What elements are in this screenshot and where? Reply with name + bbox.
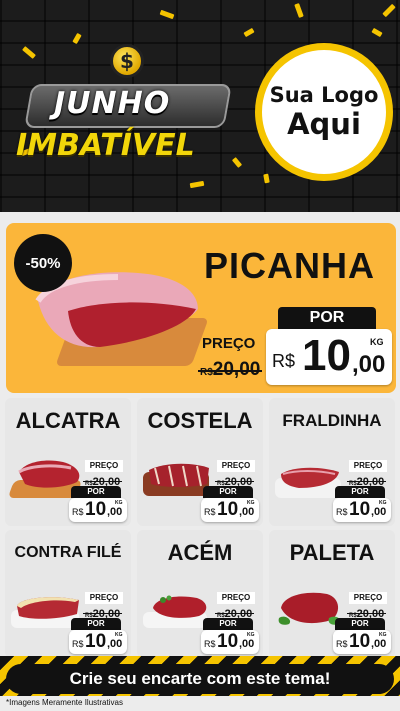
price-unit: KG xyxy=(370,337,384,347)
price-currency: R$ xyxy=(204,507,216,517)
price-label: PREÇO xyxy=(85,592,123,604)
title-line-1: JUNHO xyxy=(54,86,171,121)
dollar-coin-icon: $ xyxy=(110,44,144,78)
strikethrough xyxy=(198,370,263,372)
price-label: PREÇO xyxy=(202,335,256,352)
price-label: PREÇO xyxy=(85,460,123,472)
price-decimal: ,00 xyxy=(239,638,255,650)
old-price: R$20,00 xyxy=(198,359,263,381)
por-label: POR xyxy=(71,486,121,498)
sale-price-box: R$ 10 ,00 KG xyxy=(69,498,127,522)
por-label: POR xyxy=(203,486,253,498)
price-unit: KG xyxy=(247,500,255,506)
product-name: PALETA xyxy=(289,540,375,565)
price-decimal: ,00 xyxy=(371,506,387,518)
product-name: COSTELA xyxy=(147,408,253,433)
strikethrough xyxy=(347,613,387,614)
confetti xyxy=(382,3,396,18)
product-card-acem: ACÉM PREÇO R$20,00 POR R$ 10 ,00 KG xyxy=(137,530,263,658)
price-decimal: ,00 xyxy=(107,638,123,650)
product-image xyxy=(281,467,339,488)
strikethrough xyxy=(83,613,123,614)
image-disclaimer: *Imagens Meramente Ilustrativas xyxy=(6,698,123,707)
price-unit: KG xyxy=(115,500,123,506)
price-integer: 10 xyxy=(85,499,107,520)
price-unit: KG xyxy=(379,500,387,506)
price-decimal: ,00 xyxy=(239,506,255,518)
price-currency: R$ xyxy=(336,639,348,649)
price-unit: KG xyxy=(379,632,387,638)
por-label: POR xyxy=(278,307,376,329)
price-decimal: ,00 xyxy=(107,506,123,518)
confetti xyxy=(371,27,383,38)
sale-price-box: R$ 10 ,00 KG xyxy=(333,498,391,522)
price-currency: R$ xyxy=(204,639,216,649)
product-name: ACÉM xyxy=(167,540,233,565)
product-name: FRALDINHA xyxy=(282,411,382,430)
por-label: POR xyxy=(203,618,253,630)
strikethrough xyxy=(215,481,255,482)
strikethrough xyxy=(215,613,255,614)
logo-text-line-2: Aqui xyxy=(287,107,361,141)
cta-banner[interactable]: Crie seu encarte com este tema! xyxy=(6,664,394,694)
logo-text-line-1: Sua Logo xyxy=(269,83,379,107)
strikethrough xyxy=(347,481,387,482)
confetti xyxy=(263,173,270,184)
price-label: PREÇO xyxy=(217,592,255,604)
price-decimal: ,00 xyxy=(371,638,387,650)
confetti xyxy=(72,32,82,45)
featured-product-name: PICANHA xyxy=(204,245,376,286)
sale-price-box: R$ 10 ,00 KG xyxy=(201,498,259,522)
price-integer: 10 xyxy=(217,631,239,652)
price-unit: KG xyxy=(247,632,255,638)
featured-product-card: -50% PICANHA PREÇO R$20,00 POR R$ 10 ,00… xyxy=(6,223,396,393)
confetti xyxy=(159,9,175,20)
sale-price-box: R$ 10 ,00 KG xyxy=(69,630,127,654)
price-currency: R$ xyxy=(72,639,84,649)
product-name: ALCATRA xyxy=(15,408,121,433)
price-currency: R$ xyxy=(72,507,84,517)
por-label: POR xyxy=(335,486,385,498)
price-label: PREÇO xyxy=(349,460,387,472)
confetti xyxy=(22,46,36,59)
confetti xyxy=(189,180,205,189)
product-card-alcatra: ALCATRA PREÇO R$20,00 POR R$ 10 ,00 KG xyxy=(5,398,131,526)
por-label: POR xyxy=(71,618,121,630)
product-image xyxy=(153,595,207,618)
price-label: PREÇO xyxy=(349,592,387,604)
price-integer: 10 xyxy=(217,499,239,520)
confetti xyxy=(294,3,304,18)
product-card-paleta: PALETA PREÇO R$20,00 POR R$ 10 ,00 KG xyxy=(269,530,395,658)
price-integer: 10 xyxy=(349,499,371,520)
header-banner: $ JUNHO IMBATÍVEL Sua Logo Aqui xyxy=(0,0,400,212)
price-currency: R$ xyxy=(336,507,348,517)
price-label: PREÇO xyxy=(217,460,255,472)
title-line-2: IMBATÍVEL xyxy=(16,128,195,163)
sale-price-box: R$ 10 ,00 KG xyxy=(266,329,392,385)
price-unit: KG xyxy=(115,632,123,638)
por-label: POR xyxy=(335,618,385,630)
confetti xyxy=(243,27,255,38)
sale-price-box: R$ 10 ,00 KG xyxy=(333,630,391,654)
price-integer: 10 xyxy=(85,631,107,652)
price-decimal: ,00 xyxy=(352,351,386,378)
logo-placeholder: Sua Logo Aqui xyxy=(255,43,393,181)
product-card-fraldinha: FRALDINHA PREÇO R$20,00 POR R$ 10 ,00 KG xyxy=(269,398,395,526)
strikethrough xyxy=(83,481,123,482)
price-currency: R$ xyxy=(272,351,296,371)
price-integer: 10 xyxy=(302,331,351,380)
product-card-contra-file: CONTRA FILÉ PREÇO R$20,00 POR R$ 10 ,00 … xyxy=(5,530,131,658)
discount-badge: -50% xyxy=(14,234,72,292)
old-price-currency: R$ xyxy=(200,367,213,378)
product-card-costela: COSTELA PREÇO R$20,00 POR R$ 10 ,00 KG xyxy=(137,398,263,526)
product-name: CONTRA FILÉ xyxy=(14,544,122,561)
price-integer: 10 xyxy=(349,631,371,652)
sale-price-box: R$ 10 ,00 KG xyxy=(201,630,259,654)
campaign-title: JUNHO IMBATÍVEL xyxy=(14,78,236,170)
